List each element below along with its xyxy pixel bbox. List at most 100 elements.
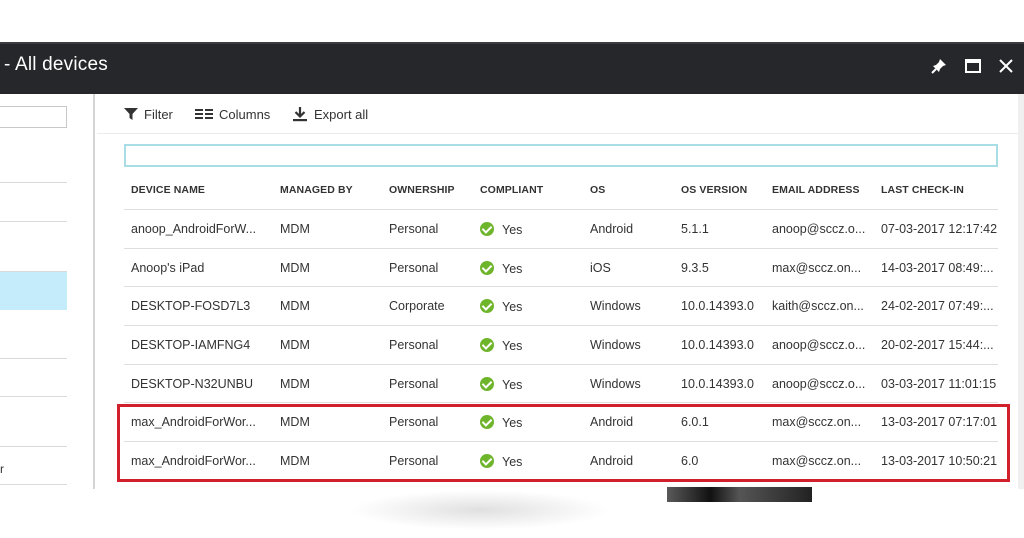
- table-row[interactable]: Anoop's iPad MDM Personal Yes iOS 9.3.5 max@sc…: [124, 249, 998, 288]
- device-name-cell: DESKTOP-N32UNBU: [131, 376, 254, 391]
- pin-icon: [931, 59, 946, 74]
- managed-by-cell: MDM: [280, 299, 310, 314]
- nav-item[interactable]: [0, 310, 67, 359]
- columns-button[interactable]: Columns: [195, 104, 270, 124]
- managed-by-cell: MDM: [280, 454, 310, 469]
- compliant-value: Yes: [502, 377, 523, 392]
- compliant-cell: Yes: [480, 260, 523, 276]
- last-check-in-cell: 13-03-2017 10:50:21: [881, 454, 998, 469]
- device-filter-input[interactable]: [124, 144, 998, 167]
- compliant-cell: Yes: [480, 415, 522, 430]
- email-cell: anoop@sccz.o...: [772, 222, 866, 236]
- scrollbar[interactable]: [1018, 94, 1024, 489]
- column-header-os[interactable]: OS: [590, 184, 605, 196]
- nav-item-label: r: [0, 462, 4, 476]
- compliant-value: Yes: [502, 339, 523, 354]
- email-cell: anoop@sccz.o...: [772, 338, 866, 353]
- email-cell: max@sccz.on...: [772, 454, 862, 469]
- email-cell: anoop@sccz.o...: [772, 376, 866, 391]
- os-cell: Android: [590, 415, 634, 430]
- toolbar: Filter Columns Export all: [97, 94, 1024, 134]
- blade-header: - All devices: [0, 42, 1024, 94]
- filter-button[interactable]: Filter: [124, 104, 173, 124]
- column-header-ownership[interactable]: OWNERSHIP: [389, 184, 455, 196]
- table-row[interactable]: max_AndroidForWor... MDM Personal Yes Androi…: [124, 442, 998, 481]
- ownership-cell: Personal: [389, 260, 439, 275]
- nav-item[interactable]: [0, 144, 67, 183]
- column-header-compliant[interactable]: COMPLIANT: [480, 184, 543, 196]
- os-version-cell: 6.0: [681, 454, 699, 469]
- close-button[interactable]: [994, 54, 1018, 78]
- pin-button[interactable]: [927, 54, 951, 78]
- check-circle-icon: [480, 415, 494, 430]
- os-cell: iOS: [590, 260, 611, 275]
- nav-item-selected[interactable]: [0, 272, 67, 310]
- device-name-cell: max_AndroidForWor...: [131, 415, 256, 430]
- os-version-cell: 5.1.1: [681, 222, 709, 236]
- table-row[interactable]: DESKTOP-FOSD7L3 MDM Corporate Yes Windows 10.…: [124, 287, 998, 327]
- device-name-cell: DESKTOP-FOSD7L3: [131, 299, 251, 314]
- last-check-in-cell: 24-02-2017 07:49:...: [881, 299, 994, 314]
- ownership-cell: Personal: [389, 376, 439, 391]
- compliant-value: Yes: [502, 300, 523, 315]
- last-check-in-cell: 20-02-2017 15:44:...: [881, 338, 994, 353]
- nav-item[interactable]: [0, 397, 67, 447]
- columns-icon: [195, 109, 213, 119]
- column-header-managed-by[interactable]: MANAGED BY: [280, 184, 353, 196]
- os-version-cell: 6.0.1: [681, 415, 709, 430]
- check-circle-icon: [480, 299, 494, 314]
- ownership-cell: Personal: [389, 415, 439, 430]
- filter-label: Filter: [144, 106, 173, 122]
- nav-item[interactable]: [0, 183, 67, 222]
- nav-item[interactable]: r: [0, 447, 67, 485]
- column-header-os-version[interactable]: OS VERSION: [681, 184, 747, 196]
- nav-item[interactable]: [0, 359, 67, 397]
- table-row[interactable]: anoop_AndroidForW... MDM Personal Yes Androi…: [124, 210, 998, 249]
- left-nav-pane: r: [0, 94, 95, 489]
- column-header-last-check-in[interactable]: LAST CHECK-IN: [881, 184, 964, 196]
- table-row[interactable]: DESKTOP-N32UNBU MDM Personal Yes Windows 10.0…: [124, 365, 998, 404]
- compliant-value: Yes: [502, 261, 523, 276]
- device-name-cell: Anoop's iPad: [131, 260, 205, 275]
- device-name-cell: anoop_AndroidForW...: [131, 222, 257, 236]
- os-cell: Windows: [590, 376, 641, 391]
- email-cell: max@sccz.on...: [772, 260, 862, 275]
- nav-search-input[interactable]: [0, 106, 67, 128]
- managed-by-cell: MDM: [280, 260, 310, 275]
- os-version-cell: 10.0.14393.0: [681, 299, 754, 314]
- os-cell: Windows: [590, 299, 641, 314]
- column-header-device-name[interactable]: DEVICE NAME: [131, 184, 205, 196]
- ownership-cell: Personal: [389, 222, 439, 236]
- compliant-cell: Yes: [480, 454, 522, 469]
- email-cell: kaith@sccz.on...: [772, 299, 864, 314]
- blade-title: - All devices: [4, 54, 108, 75]
- check-circle-icon: [480, 454, 494, 469]
- check-circle-icon: [480, 376, 494, 391]
- filter-icon: [124, 108, 138, 120]
- check-circle-icon: [480, 338, 494, 353]
- compliant-value: Yes: [502, 455, 523, 470]
- table-row[interactable]: max_AndroidForWor... MDM Personal Yes Androi…: [124, 403, 998, 443]
- table-row[interactable]: DESKTOP-IAMFNG4 MDM Personal Yes Windows 10.0…: [124, 326, 998, 365]
- managed-by-cell: MDM: [280, 222, 310, 236]
- os-version-cell: 10.0.14393.0: [681, 376, 754, 391]
- background-shadow: [350, 490, 610, 530]
- ownership-cell: Personal: [389, 454, 439, 469]
- background-image-fragment: [667, 487, 812, 502]
- managed-by-cell: MDM: [280, 376, 310, 391]
- os-version-cell: 9.3.5: [681, 260, 709, 275]
- last-check-in-cell: 03-03-2017 11:01:15: [881, 376, 997, 391]
- ownership-cell: Corporate: [389, 299, 445, 314]
- devices-blade: Filter Columns Export all DEVICE NAME MA…: [97, 94, 1024, 489]
- check-circle-icon: [480, 260, 494, 275]
- ownership-cell: Personal: [389, 338, 439, 353]
- os-cell: Windows: [590, 338, 641, 353]
- last-check-in-cell: 14-03-2017 08:49:...: [881, 260, 994, 275]
- maximize-button[interactable]: [961, 54, 985, 78]
- os-cell: Android: [590, 454, 634, 469]
- compliant-cell: Yes: [480, 222, 522, 237]
- nav-item[interactable]: [0, 222, 67, 272]
- export-all-button[interactable]: Export all: [292, 104, 368, 124]
- email-cell: max@sccz.on...: [772, 415, 862, 430]
- column-header-email-address[interactable]: EMAIL ADDRESS: [772, 184, 860, 196]
